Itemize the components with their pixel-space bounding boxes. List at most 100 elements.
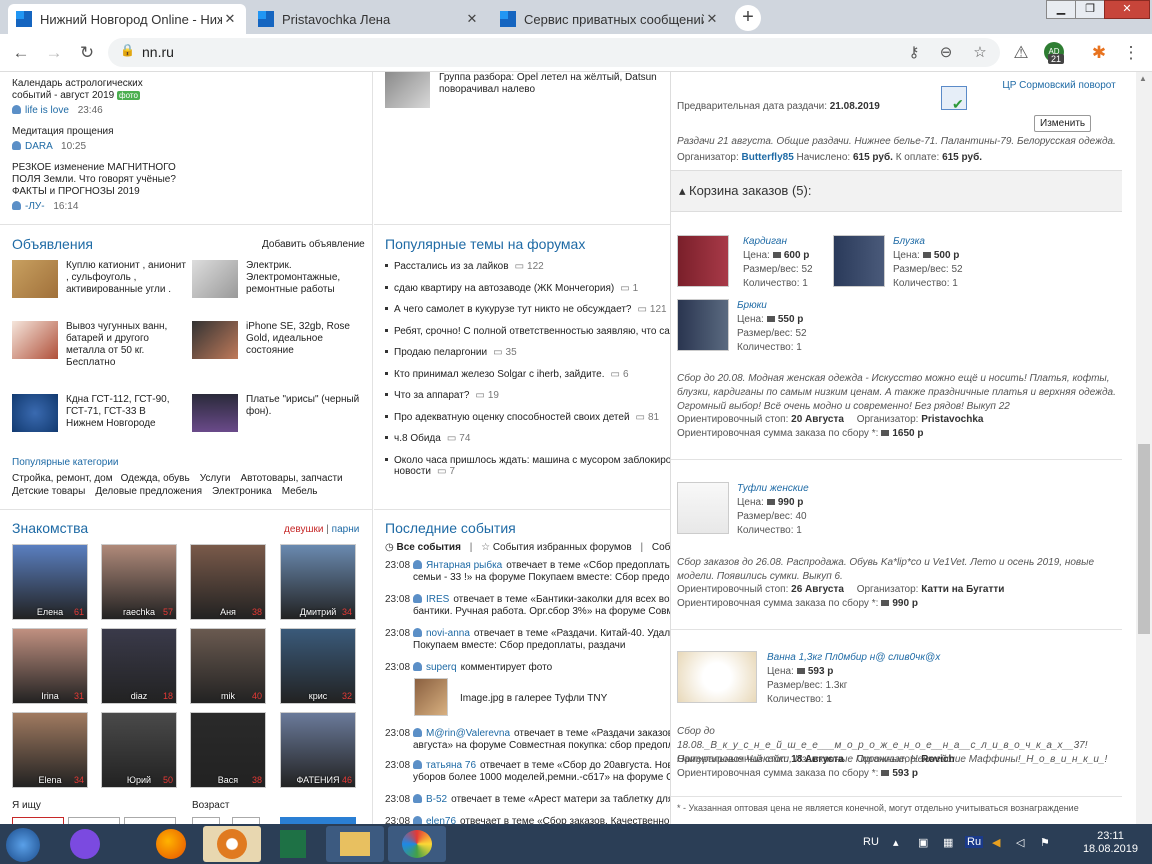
ad-item[interactable]: Кдна ГСТ-112, ГСТ-90, ГСТ-71, ГСТ-33 В Н… bbox=[12, 394, 192, 444]
category-link[interactable]: Детские товары bbox=[12, 486, 85, 497]
event-user[interactable]: superq bbox=[426, 662, 457, 673]
seek-select[interactable] bbox=[12, 817, 64, 824]
event-user[interactable]: Янтарная рыбка bbox=[426, 560, 502, 571]
event-item[interactable]: 23:08 novi-anna отвечает в теме «Раздачи. … bbox=[385, 628, 670, 652]
event-user[interactable]: B-52 bbox=[426, 794, 447, 805]
firefox-app[interactable] bbox=[142, 826, 200, 862]
event-user[interactable]: IRES bbox=[426, 594, 449, 605]
seek-select[interactable] bbox=[124, 817, 176, 824]
event-item[interactable]: 23:08 татьяна 76 отвечает в теме «Сбор до … bbox=[385, 760, 670, 784]
event-text[interactable]: отвечает в теме «Сбор предоплаты, bbox=[506, 560, 670, 571]
event-text[interactable]: отвечает в теме «Арест матери за таблетк… bbox=[451, 794, 670, 805]
person-card[interactable]: Юрий 50 bbox=[101, 712, 177, 788]
photo-caption[interactable]: Image.jpg в галерее Туфли TNY bbox=[460, 693, 607, 704]
maximize-button[interactable]: ❐ bbox=[1075, 0, 1105, 19]
item-name[interactable]: Брюки bbox=[737, 299, 857, 313]
boys-link[interactable]: парни bbox=[332, 524, 360, 535]
event-text[interactable]: Покупаем вместе: Сбор предоплаты, раздач… bbox=[413, 640, 625, 651]
topic-title[interactable]: новости bbox=[394, 466, 431, 477]
news-title[interactable]: Медитация прощения bbox=[12, 126, 113, 137]
forum-topic[interactable]: Что за аппарат? ▭ 19 bbox=[385, 390, 499, 401]
topic-title[interactable]: Расстались из за лайков bbox=[394, 261, 509, 272]
age-from-input[interactable] bbox=[192, 817, 220, 824]
event-text[interactable]: отвечает в теме «Раздачи заказов. bbox=[514, 728, 670, 739]
item-name[interactable]: Ванна 1,3кг Пл0мбир н@ слив0чк@х bbox=[767, 651, 1027, 665]
network-icon[interactable]: ▦ bbox=[943, 836, 953, 849]
forum-topic[interactable]: А чего самолет в кукурузе тут никто не о… bbox=[385, 304, 667, 315]
topic-title[interactable]: сдаю квартиру на автозаводе (ЖК Мончегор… bbox=[394, 283, 614, 294]
new-tab-button[interactable]: + bbox=[735, 5, 761, 31]
event-text[interactable]: уборов более 1000 моделей,ремни.-сб17» н… bbox=[413, 772, 670, 783]
forum-topic[interactable]: Расстались из за лайков ▭ 122 bbox=[385, 261, 544, 272]
add-ad-link[interactable]: Добавить объявление bbox=[262, 239, 365, 250]
chrome-app[interactable] bbox=[203, 826, 261, 862]
event-item[interactable]: 23:08 superq комментирует фото bbox=[385, 662, 670, 674]
person-card[interactable]: Елена 61 bbox=[12, 544, 88, 620]
address-bar[interactable]: 🔒 nn.ru ⚷ ⊖ ☆ bbox=[108, 38, 1000, 67]
ad-item[interactable]: Вывоз чугунных ванн, батарей и другого м… bbox=[12, 321, 192, 371]
person-card[interactable]: Вася 38 bbox=[190, 712, 266, 788]
news-title[interactable]: Группа разбора: Opel летел на жёлтый, Da… bbox=[439, 72, 664, 96]
news-item[interactable]: Календарь астрологических событий - авгу… bbox=[12, 78, 172, 102]
ad-item[interactable]: Электрик. Электромонтажные, ремонтные ра… bbox=[192, 260, 372, 310]
event-user[interactable]: novi-anna bbox=[426, 628, 470, 639]
tray-expand-icon[interactable]: ▴ bbox=[893, 836, 899, 849]
events-heading[interactable]: Последние события bbox=[385, 520, 516, 536]
event-text[interactable]: августа» на форуме Совместная покупка: с… bbox=[413, 740, 670, 751]
tray-app-icon[interactable]: ▣ bbox=[918, 836, 928, 849]
category-link[interactable]: Автотовары, запчасти bbox=[240, 473, 342, 484]
category-link[interactable]: Стройка, ремонт, дом bbox=[12, 473, 113, 484]
ad-text[interactable]: Вывоз чугунных ванн, батарей и другого м… bbox=[66, 321, 186, 369]
event-text[interactable]: отвечает в теме «Сбор заказов. Качествен… bbox=[460, 816, 670, 824]
item-image[interactable] bbox=[677, 235, 729, 287]
dating-heading[interactable]: Знакомства bbox=[12, 520, 88, 536]
person-card[interactable]: Elena 34 bbox=[12, 712, 88, 788]
ad-text[interactable]: Куплю катионит , анионит , сульфоуголь ,… bbox=[66, 260, 186, 296]
topic-title[interactable]: Около часа пришлось ждать: машина с мусо… bbox=[394, 455, 670, 466]
tab-more-events[interactable]: Соб bbox=[652, 542, 670, 553]
tab-nnru[interactable]: Нижний Новгород Online - Ниж ✕ bbox=[8, 4, 246, 34]
item-name[interactable]: Блузка bbox=[893, 235, 1013, 249]
person-card[interactable]: raechka 57 bbox=[101, 544, 177, 620]
person-card[interactable]: Irina 31 bbox=[12, 628, 88, 704]
keyboard-layout[interactable]: Ru bbox=[965, 836, 984, 848]
topic-title[interactable]: Про адекватную оценку способностей своих… bbox=[394, 412, 630, 423]
event-text[interactable]: отвечает в теме «Раздачи. Китай-40. Удал… bbox=[474, 628, 670, 639]
menu-dots-icon[interactable]: ⋮ bbox=[1120, 42, 1142, 64]
scroll-up-arrow-icon[interactable]: ▲ bbox=[1139, 74, 1147, 83]
forum-topic[interactable]: Около часа пришлось ждать: машина с мусо… bbox=[385, 455, 670, 477]
category-link[interactable]: Электроника bbox=[212, 486, 272, 497]
fox-extension-icon[interactable]: ✱ bbox=[1088, 42, 1110, 64]
forum-topic[interactable]: Про адекватную оценку способностей своих… bbox=[385, 412, 659, 423]
start-button[interactable] bbox=[6, 828, 40, 862]
event-text[interactable]: отвечает в теме «Бантики-заколки для все… bbox=[453, 594, 670, 605]
age-to-input[interactable] bbox=[232, 817, 260, 824]
key-icon[interactable]: ⚷ bbox=[904, 43, 924, 61]
girls-link[interactable]: девушки bbox=[284, 524, 323, 535]
seek-select[interactable] bbox=[68, 817, 120, 824]
ad-item[interactable]: Платье "ирисы" (черный фон). bbox=[192, 394, 372, 444]
event-user[interactable]: elen76 bbox=[426, 816, 456, 824]
categories-heading[interactable]: Популярные категории bbox=[12, 457, 119, 468]
topic-title[interactable]: Что за аппарат? bbox=[394, 390, 469, 401]
item-image[interactable] bbox=[677, 482, 729, 534]
window-close-button[interactable]: ✕ bbox=[1104, 0, 1150, 19]
bookmark-star-icon[interactable]: ☆ bbox=[970, 43, 990, 61]
pickup-location-link[interactable]: ЦР Сормовский поворот bbox=[1001, 78, 1117, 93]
excel-app[interactable] bbox=[264, 826, 322, 862]
tab-all-events[interactable]: Все события bbox=[397, 542, 461, 553]
person-card[interactable]: Дмитрий 34 bbox=[280, 544, 356, 620]
tab-close-icon[interactable]: ✕ bbox=[704, 11, 720, 27]
ad-item[interactable]: iPhone SE, 32gb, Rose Gold, идеальное со… bbox=[192, 321, 372, 371]
topic-title[interactable]: Кто принимал железо Solgar с iherb, зайд… bbox=[394, 369, 604, 380]
author-link[interactable]: life is love bbox=[25, 105, 69, 116]
item-image[interactable] bbox=[677, 651, 757, 703]
ad-text[interactable]: Электрик. Электромонтажные, ремонтные ра… bbox=[246, 260, 366, 296]
minimize-button[interactable]: ▁ bbox=[1046, 0, 1076, 19]
tab-messages[interactable]: Сервис приватных сообщений ✕ bbox=[492, 4, 728, 34]
tab-pristavochka[interactable]: Pristavochka Лена ✕ bbox=[250, 4, 488, 34]
change-location-button[interactable]: Изменить bbox=[1034, 115, 1092, 132]
event-text[interactable]: бантики. Ручная работа. Орг.сбор 3%» на … bbox=[413, 606, 670, 617]
news-thumbnail[interactable] bbox=[385, 72, 430, 108]
topic-title[interactable]: А чего самолет в кукурузе тут никто не о… bbox=[394, 304, 631, 315]
